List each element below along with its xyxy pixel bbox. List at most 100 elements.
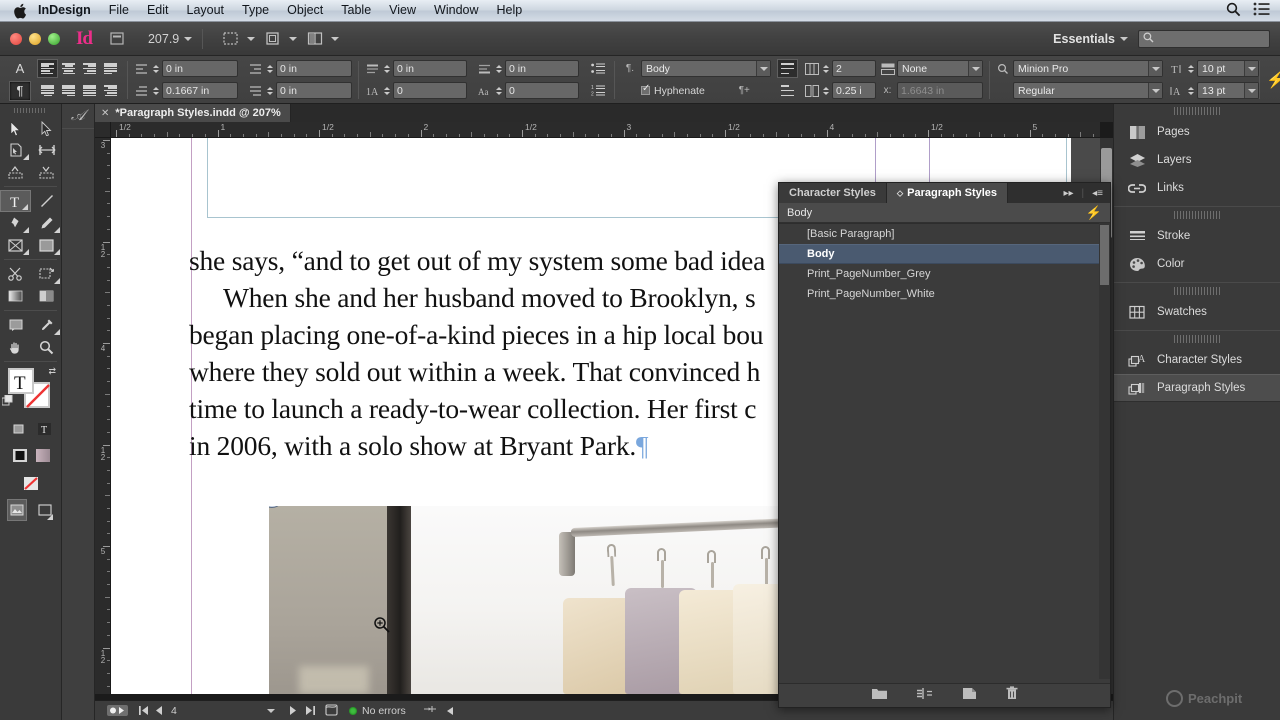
apply-color-icon[interactable]: [11, 444, 28, 466]
dock-grip[interactable]: [1174, 211, 1220, 219]
document-tab[interactable]: ✕ *Paragraph Styles.indd @ 207%: [95, 104, 291, 122]
type-on-path-icon[interactable]: 𝒜: [62, 104, 94, 128]
ruler-origin-box[interactable]: [95, 122, 111, 138]
new-style-icon[interactable]: [962, 687, 977, 705]
justify-right-icon[interactable]: [58, 81, 79, 100]
notification-list-icon[interactable]: [1253, 2, 1270, 19]
gap-tool[interactable]: [31, 139, 62, 161]
dock-item-color[interactable]: Color: [1114, 250, 1280, 278]
search-field[interactable]: [1157, 33, 1257, 44]
menu-item-help[interactable]: Help: [488, 0, 532, 21]
right-indent-field[interactable]: 0 in: [276, 60, 352, 77]
left-indent-field[interactable]: 0 in: [162, 60, 238, 77]
expand-arrow-icon[interactable]: [446, 706, 454, 716]
baseline-x-field[interactable]: 1.6643 in: [897, 82, 983, 99]
menu-item-table[interactable]: Table: [332, 0, 380, 21]
justify-center-icon[interactable]: [37, 81, 58, 100]
last-line-indent-stepper[interactable]: [265, 82, 275, 99]
page-tool[interactable]: [0, 139, 31, 161]
close-window-button[interactable]: [10, 32, 22, 45]
align-center-icon[interactable]: [58, 59, 79, 78]
numbered-list-icon[interactable]: 12: [587, 81, 608, 100]
align-right-icon[interactable]: [79, 59, 100, 78]
tab-paragraph-styles[interactable]: ⬦ Paragraph Styles: [886, 183, 1009, 203]
formatting-affects-text-icon[interactable]: T: [35, 418, 53, 440]
chevron-down-icon[interactable]: [1120, 37, 1128, 42]
leading-combo[interactable]: 13 pt: [1197, 82, 1259, 99]
scissors-tool[interactable]: [0, 263, 31, 285]
dock-item-stroke[interactable]: Stroke: [1114, 222, 1280, 250]
chevron-down-icon[interactable]: [968, 61, 982, 76]
dock-item-pages[interactable]: Pages: [1114, 118, 1280, 146]
direct-selection-tool[interactable]: [31, 117, 62, 139]
character-formatting-button[interactable]: A: [9, 59, 31, 79]
menu-item-layout[interactable]: Layout: [178, 0, 234, 21]
space-after-field[interactable]: 0 in: [505, 60, 579, 77]
drop-cap-chars-stepper[interactable]: [494, 82, 504, 99]
font-family-combo[interactable]: Minion Pro: [1013, 60, 1163, 77]
line-tool[interactable]: [31, 190, 62, 212]
leading-stepper[interactable]: [1186, 82, 1196, 99]
menu-item-object[interactable]: Object: [278, 0, 332, 21]
prev-page-icon[interactable]: [155, 705, 163, 716]
chevron-down-icon[interactable]: [1148, 83, 1162, 98]
menu-item-window[interactable]: Window: [425, 0, 487, 21]
align-bottom-icon[interactable]: [777, 81, 798, 100]
workspace-switcher[interactable]: Essentials: [1053, 32, 1128, 46]
dock-item-paragraph-styles[interactable]: Paragraph Styles: [1114, 374, 1280, 402]
spotlight-search-icon[interactable]: [1226, 2, 1241, 20]
chevron-down-icon[interactable]: [1244, 83, 1258, 98]
first-line-indent-stepper[interactable]: [151, 82, 161, 99]
dock-item-character-styles[interactable]: A Character Styles: [1114, 346, 1280, 374]
first-page-icon[interactable]: [139, 705, 149, 716]
frame-view-icon[interactable]: [265, 31, 298, 46]
formatting-affects-container-icon[interactable]: [9, 418, 27, 440]
maximize-window-button[interactable]: [48, 32, 60, 45]
frame-tool[interactable]: [0, 234, 31, 256]
default-fill-stroke-icon[interactable]: [1, 394, 14, 412]
bulleted-list-icon[interactable]: [587, 59, 608, 78]
align-toward-spine-icon[interactable]: [100, 81, 121, 100]
chevron-down-icon[interactable]: [184, 37, 193, 42]
style-row-print-pagenumber-grey[interactable]: Print_PageNumber_Grey: [779, 264, 1110, 284]
last-page-icon[interactable]: [305, 705, 315, 716]
toolbox-grip[interactable]: [14, 106, 47, 115]
apply-none-icon[interactable]: [23, 472, 40, 494]
menu-item-view[interactable]: View: [380, 0, 425, 21]
search-input[interactable]: [1138, 29, 1270, 48]
paragraph-style-combo[interactable]: Body: [641, 60, 771, 77]
fill-swatch[interactable]: T: [8, 368, 34, 394]
screen-mode-icon[interactable]: [223, 31, 256, 46]
apply-gradient-icon[interactable]: [34, 444, 51, 466]
hand-tool[interactable]: [0, 336, 31, 358]
drop-cap-lines-stepper[interactable]: [382, 82, 392, 99]
pencil-tool[interactable]: [31, 212, 62, 234]
style-row-body[interactable]: Body: [779, 244, 1110, 264]
minimize-window-button[interactable]: [29, 32, 41, 45]
rectangle-tool[interactable]: [31, 234, 62, 256]
dock-grip[interactable]: [1174, 335, 1220, 343]
next-page-icon[interactable]: [289, 705, 297, 716]
align-left-icon[interactable]: [37, 59, 58, 78]
clear-overrides-icon[interactable]: [916, 687, 934, 705]
column-count-field[interactable]: 2: [832, 60, 876, 77]
chevron-down-icon[interactable]: [756, 61, 770, 76]
note-tool[interactable]: [0, 314, 31, 336]
arrange-documents-icon[interactable]: [307, 31, 340, 46]
zoom-tool[interactable]: [31, 336, 62, 358]
drop-cap-chars-field[interactable]: 0: [505, 82, 579, 99]
left-indent-stepper[interactable]: [151, 60, 161, 77]
dock-grip[interactable]: [1174, 107, 1220, 115]
align-top-icon[interactable]: [777, 59, 798, 78]
gutter-field[interactable]: 0.25 i: [832, 82, 876, 99]
panel-scrollbar-thumb[interactable]: [1100, 225, 1109, 285]
horizontal-ruler[interactable]: 1/2 1 1/2 2 1/2 3 1/2 4 1/2 5: [95, 122, 1100, 138]
styles-list[interactable]: [Basic Paragraph] Body Print_PageNumber_…: [779, 223, 1110, 679]
first-line-indent-field[interactable]: 0.1667 in: [162, 82, 238, 99]
align-justify-left-icon[interactable]: [100, 59, 121, 78]
style-row-basic-paragraph[interactable]: [Basic Paragraph]: [779, 224, 1110, 244]
page-number-field[interactable]: 4: [171, 705, 261, 717]
gutter-stepper[interactable]: [821, 82, 831, 99]
space-before-field[interactable]: 0 in: [393, 60, 467, 77]
span-columns-combo[interactable]: None: [897, 60, 983, 77]
